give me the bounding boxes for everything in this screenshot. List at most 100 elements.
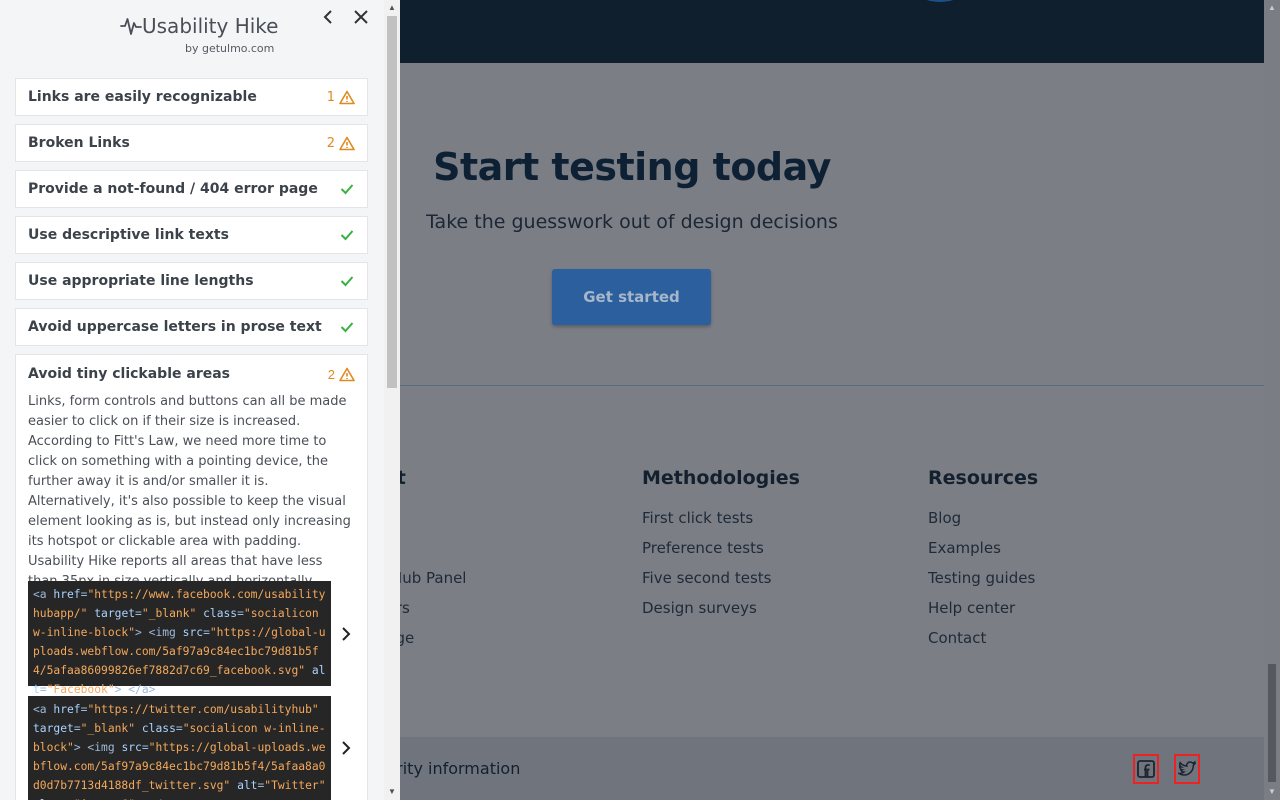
code-attr-name: target [94, 607, 136, 620]
get-started-button[interactable]: Get started [552, 269, 711, 325]
rule-item[interactable]: Use descriptive link texts [15, 216, 368, 254]
scroll-down-arrow[interactable]: ▼ [1264, 784, 1280, 800]
code-punct: = [135, 607, 142, 620]
expand-snippet-button[interactable] [331, 696, 361, 800]
code-punct: = [39, 683, 47, 696]
footer-link[interactable]: Contact [928, 629, 1038, 659]
issue-count: 1 [326, 89, 335, 105]
code-attr-value: "_blank" [80, 722, 136, 735]
footer-heading: Methodologies [642, 467, 800, 489]
checkmark-icon [339, 181, 355, 197]
footer-link[interactable]: Five second tests [642, 569, 800, 599]
facebook-icon [1137, 760, 1155, 778]
issue-count: 2 [326, 135, 335, 151]
twitter-social-link[interactable] [1174, 754, 1200, 784]
cta-title: Start testing today [433, 145, 831, 189]
code-attr-name: alt [237, 779, 258, 792]
section-divider [400, 385, 1264, 386]
page-scrollbar[interactable]: ▲ ▼ [1264, 0, 1280, 800]
rule-label: Use appropriate line lengths [28, 273, 254, 289]
code-attr-value: "https://twitter.com/usabilityhub" [87, 703, 319, 716]
footer-link[interactable]: Preference tests [642, 539, 800, 569]
code-snippet-item[interactable]: <a href="https://www.facebook.com/usabil… [28, 581, 368, 696]
checkmark-icon [339, 227, 355, 243]
code-punct: = [175, 722, 183, 735]
code-tag: <a [33, 588, 54, 601]
expanded-rule: Avoid tiny clickable areas 2 Links, form… [15, 354, 368, 800]
panel-scrollbar[interactable]: ▲ ▼ [384, 0, 400, 800]
scroll-up-arrow[interactable]: ▲ [384, 0, 400, 16]
panel-scroll-thumb[interactable] [387, 16, 397, 388]
facebook-social-link[interactable] [1133, 754, 1159, 784]
code-punct: = [141, 741, 149, 754]
chevron-right-icon [342, 741, 351, 755]
close-button[interactable] [351, 6, 371, 28]
code-attr-value: "Twitter" [264, 779, 326, 792]
code-attr-name: src [121, 741, 142, 754]
scroll-down-arrow[interactable]: ▼ [384, 784, 400, 800]
code-tag: <img [87, 741, 122, 754]
code-punct: = [203, 626, 210, 639]
code-attr-name: href [53, 703, 81, 716]
code-attr-name: src [182, 626, 204, 639]
code-snippet-item[interactable]: <a href = "https://twitter.com/usabilityhu… [28, 696, 368, 800]
code-attr-name: class [203, 607, 238, 620]
chevron-right-icon [342, 626, 351, 641]
footer-column-resources: Resources Blog Examples Testing guides H… [928, 467, 1038, 659]
rule-label: Provide a not-found / 404 error page [28, 181, 318, 197]
page-scroll-thumb[interactable] [1268, 664, 1276, 782]
back-button[interactable] [318, 6, 338, 28]
code-attr-name: class [141, 722, 176, 735]
rules-list: Links are easily recognizable 1 Broken L… [15, 78, 368, 354]
code-tag: <img [148, 626, 183, 639]
rule-item[interactable]: Links are easily recognizable 1 [15, 78, 368, 116]
panel-header: Usability Hike by getulmo.com [0, 0, 384, 66]
chevron-left-icon [323, 10, 332, 24]
scroll-up-arrow[interactable]: ▲ [1264, 0, 1280, 16]
warning-triangle-icon [339, 135, 355, 151]
checkmark-icon [339, 319, 355, 335]
code-snippet: <a href = "https://twitter.com/usabilityhu… [28, 696, 331, 800]
code-attr-name: href [53, 588, 81, 601]
app-subtitle: by getulmo.com [185, 42, 275, 55]
rule-label: Broken Links [28, 135, 130, 151]
security-information-link[interactable]: urity information [386, 759, 520, 778]
rule-description: Links, form controls and buttons can all… [28, 394, 351, 589]
footer-column-methodologies: Methodologies First click tests Preferen… [642, 467, 800, 629]
code-attr-value: "Facebook" [46, 683, 115, 696]
code-punct: = [73, 722, 81, 735]
rule-label: Avoid tiny clickable areas [28, 366, 231, 382]
app-title: Usability Hike [142, 14, 279, 38]
code-attr-name: target [33, 722, 74, 735]
footer-heading: Resources [928, 467, 1039, 489]
expanded-rule-header[interactable]: Avoid tiny clickable areas 2 [16, 355, 367, 393]
warning-triangle-icon [339, 89, 355, 105]
footer-link[interactable]: Blog [928, 509, 1038, 539]
rule-item[interactable]: Provide a not-found / 404 error page [15, 170, 368, 208]
footer-link[interactable]: First click tests [642, 509, 800, 539]
code-tag: > [114, 683, 129, 696]
twitter-icon [1178, 760, 1196, 776]
hero-decoration [895, 0, 985, 2]
checkmark-icon [339, 273, 355, 289]
rule-item[interactable]: Broken Links 2 [15, 124, 368, 162]
usability-hike-panel: Usability Hike by getulmo.com Links are … [0, 0, 400, 800]
code-punct: = [237, 607, 244, 620]
code-snippet: <a href="https://www.facebook.com/usabil… [28, 581, 331, 696]
code-tag: <a [33, 703, 54, 716]
issue-count: 2 [327, 366, 335, 382]
footer-link[interactable]: Examples [928, 539, 1038, 569]
footer-link[interactable]: Design surveys [642, 599, 800, 629]
rule-item[interactable]: Avoid uppercase letters in prose text [15, 308, 368, 346]
close-icon [354, 10, 368, 24]
expand-snippet-button[interactable] [331, 581, 361, 686]
rule-item[interactable]: Use appropriate line lengths [15, 262, 368, 300]
footer-link[interactable]: Help center [928, 599, 1038, 629]
rule-label: Avoid uppercase letters in prose text [28, 319, 322, 335]
code-attr-value: "_blank" [141, 607, 197, 620]
logo: Usability Hike [120, 14, 278, 38]
warning-triangle-icon [339, 366, 355, 382]
footer-link[interactable]: Testing guides [928, 569, 1038, 599]
rule-label: Use descriptive link texts [28, 227, 229, 243]
code-tag: > [135, 626, 149, 639]
